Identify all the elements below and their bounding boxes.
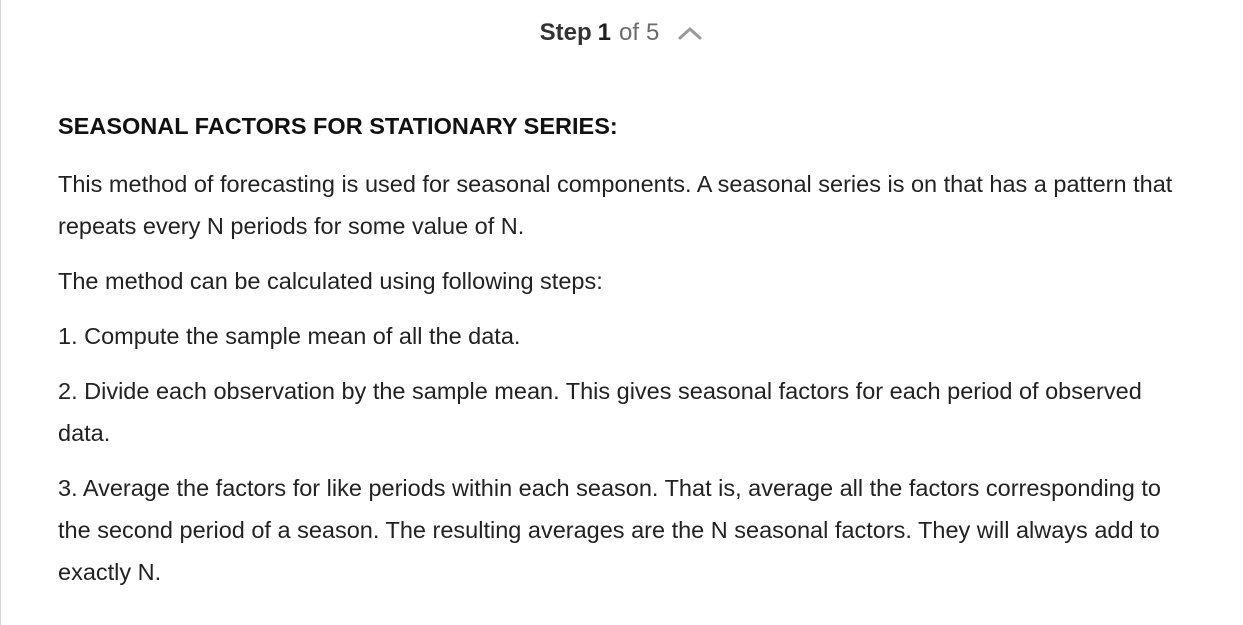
step-label: Step [539,19,592,46]
step-item-2: 2. Divide each observation by the sample… [58,378,1142,446]
chevron-up-icon[interactable] [677,23,703,43]
step-content: SEASONAL FACTORS FOR STATIONARY SERIES: … [58,108,1198,593]
method-intro-paragraph: The method can be calculated using follo… [58,268,603,294]
left-border [0,0,1,625]
intro-paragraph: This method of forecasting is used for s… [58,171,1173,239]
step-of-label: of [619,19,640,46]
step-item-3: 3. Average the factors for like periods … [58,475,1161,585]
step-header: Step 1 of 5 [0,17,1243,49]
section-title: SEASONAL FACTORS FOR STATIONARY SERIES: [58,113,618,139]
step-total-number: 5 [646,19,660,46]
step-item-1: 1. Compute the sample mean of all the da… [58,323,521,349]
step-current-number: 1 [597,19,611,46]
